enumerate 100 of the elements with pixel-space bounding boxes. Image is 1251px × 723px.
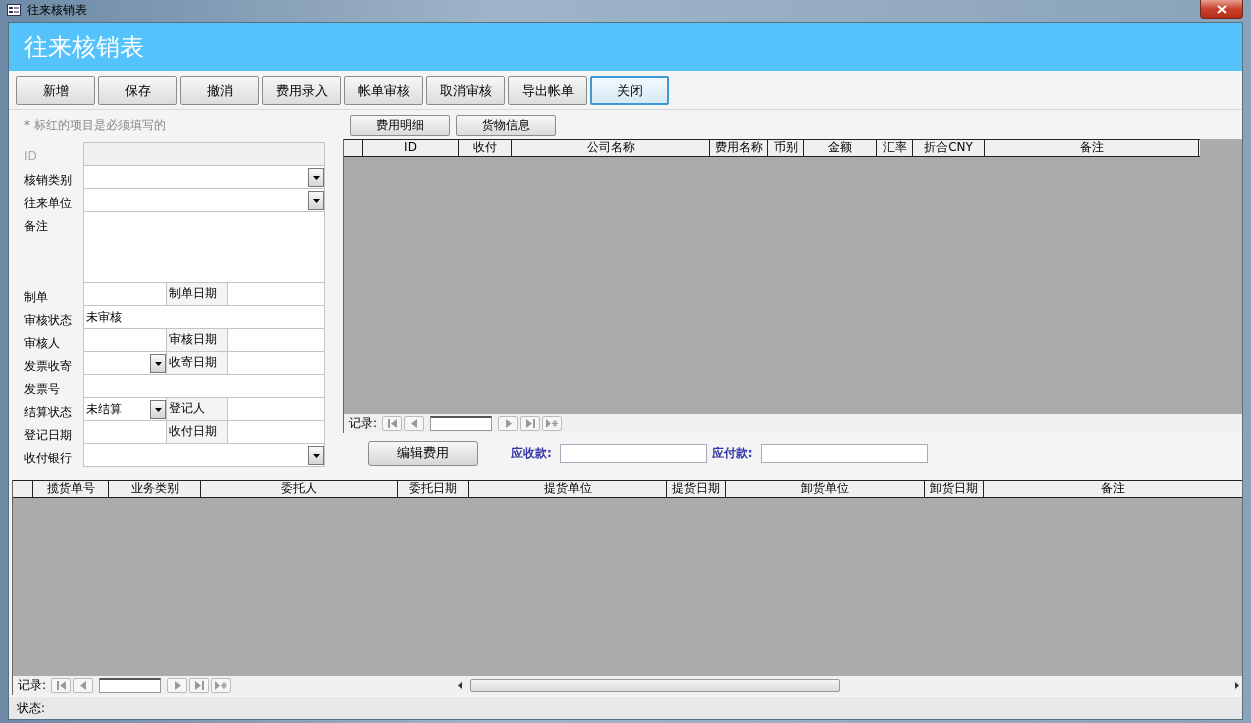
new-record-icon	[545, 419, 559, 428]
toolbar-button[interactable]: 导出帐单	[508, 76, 587, 105]
column-header[interactable]: 业务类别	[109, 481, 201, 497]
nav-button[interactable]	[189, 678, 210, 693]
record-label: 记录:	[18, 677, 47, 694]
tab-button[interactable]: 费用明细	[350, 115, 450, 136]
caret-icon	[312, 175, 320, 180]
new-record-button[interactable]	[211, 678, 232, 693]
nav-button[interactable]	[167, 678, 188, 693]
right-arrow-icon[interactable]	[1235, 682, 1239, 689]
input-field[interactable]	[559, 443, 707, 463]
column-header[interactable]: 备注	[984, 481, 1242, 497]
nav-arrow-icon	[172, 681, 182, 690]
field-label: 核销类别	[23, 172, 73, 189]
tab-button[interactable]: 货物信息	[456, 115, 556, 136]
column-header[interactable]: 折合CNY	[913, 140, 985, 156]
column-header[interactable]: 币别	[768, 140, 804, 156]
nav-button[interactable]	[51, 678, 72, 693]
toolbar-button[interactable]: 费用录入	[262, 76, 341, 105]
window-title: 往来核销表	[27, 1, 87, 19]
column-header[interactable]: 卸货日期	[925, 481, 984, 497]
caret-icon	[154, 407, 162, 412]
nav-arrow-icon	[78, 681, 88, 690]
column-header[interactable]: 收付	[459, 140, 512, 156]
input-field[interactable]	[227, 282, 325, 306]
input-field[interactable]	[227, 397, 325, 421]
nav-arrow-icon	[387, 419, 397, 428]
edit-fees-button[interactable]: 编辑费用	[368, 440, 478, 466]
close-button[interactable]	[1200, 0, 1243, 19]
new-record-icon	[214, 681, 228, 690]
column-header[interactable]: 备注	[985, 140, 1199, 156]
toolbar-button[interactable]: 撤消	[180, 76, 259, 105]
input-field[interactable]	[83, 328, 167, 352]
toolbar-button[interactable]: 关闭	[590, 76, 669, 105]
column-header[interactable]: 汇率	[877, 140, 913, 156]
input-field[interactable]	[83, 282, 167, 306]
caret-icon	[154, 361, 162, 366]
nav-arrow-icon	[194, 681, 204, 690]
caret-icon	[312, 198, 320, 203]
field-label: 发票号	[23, 381, 61, 398]
field-label: 应收款:	[511, 444, 552, 462]
input-field[interactable]	[83, 374, 325, 398]
input-field[interactable]	[760, 443, 928, 463]
field-label: 登记日期	[23, 427, 73, 444]
field-label: 收付银行	[23, 450, 73, 467]
input-field[interactable]: 未审核	[83, 305, 325, 329]
field-label: 应付款:	[711, 444, 753, 462]
dropdown-button[interactable]	[150, 400, 166, 419]
field-label: 制单	[23, 289, 49, 306]
input-field[interactable]	[227, 420, 325, 444]
nav-button[interactable]	[73, 678, 94, 693]
input-field[interactable]	[227, 328, 325, 352]
nav-button[interactable]	[382, 416, 403, 431]
field-label: 结算状态	[23, 404, 73, 421]
input-field[interactable]	[83, 142, 325, 166]
toolbar-button[interactable]: 保存	[98, 76, 177, 105]
column-header[interactable]: 提货日期	[667, 481, 726, 497]
field-label: 往来单位	[23, 195, 73, 212]
record-number-field[interactable]	[99, 678, 162, 693]
field-label: 审核状态	[23, 312, 73, 329]
column-header[interactable]: 费用名称	[710, 140, 768, 156]
field-label: 发票收寄	[23, 358, 73, 375]
column-header[interactable]: ID	[363, 140, 459, 156]
record-label: 记录:	[349, 415, 378, 432]
nav-button[interactable]	[404, 416, 425, 431]
nav-button[interactable]	[498, 416, 519, 431]
left-arrow-icon[interactable]	[458, 682, 463, 689]
combo-box[interactable]: 未结算	[83, 397, 167, 421]
combo-box[interactable]	[83, 351, 167, 375]
nav-button[interactable]	[520, 416, 541, 431]
nav-arrow-icon	[503, 419, 513, 428]
field-label: 备注	[23, 218, 49, 235]
field-label: 审核人	[23, 335, 61, 352]
record-number-field[interactable]	[430, 416, 493, 431]
dropdown-button[interactable]	[150, 354, 166, 373]
form-title: 往来核销表	[24, 32, 144, 63]
column-header[interactable]: 委托日期	[398, 481, 469, 497]
toolbar-button[interactable]: 帐单审核	[344, 76, 423, 105]
nav-arrow-icon	[409, 419, 419, 428]
toolbar-button[interactable]: 新增	[16, 76, 95, 105]
input-field[interactable]	[83, 420, 167, 444]
close-icon	[1216, 4, 1227, 14]
toolbar-button[interactable]: 取消审核	[426, 76, 505, 105]
column-header[interactable]: 提货单位	[469, 481, 667, 497]
scrollbar-thumb[interactable]	[470, 679, 841, 692]
dropdown-button[interactable]	[308, 191, 324, 210]
input-field[interactable]	[227, 351, 325, 375]
status-label: 状态:	[17, 699, 46, 717]
column-header[interactable]: 委托人	[201, 481, 398, 497]
dropdown-button[interactable]	[308, 446, 324, 465]
column-header[interactable]: 揽货单号	[33, 481, 109, 497]
required-note: * 标红的项目是必须填写的	[23, 117, 167, 134]
new-record-button[interactable]	[542, 416, 563, 431]
caret-icon	[312, 453, 320, 458]
column-header[interactable]: 卸货单位	[726, 481, 925, 497]
column-header[interactable]: 金额	[804, 140, 877, 156]
dropdown-button[interactable]	[308, 168, 324, 187]
column-header[interactable]: 公司名称	[512, 140, 710, 156]
nav-arrow-icon	[56, 681, 66, 690]
horizontal-scrollbar[interactable]	[455, 678, 1242, 693]
